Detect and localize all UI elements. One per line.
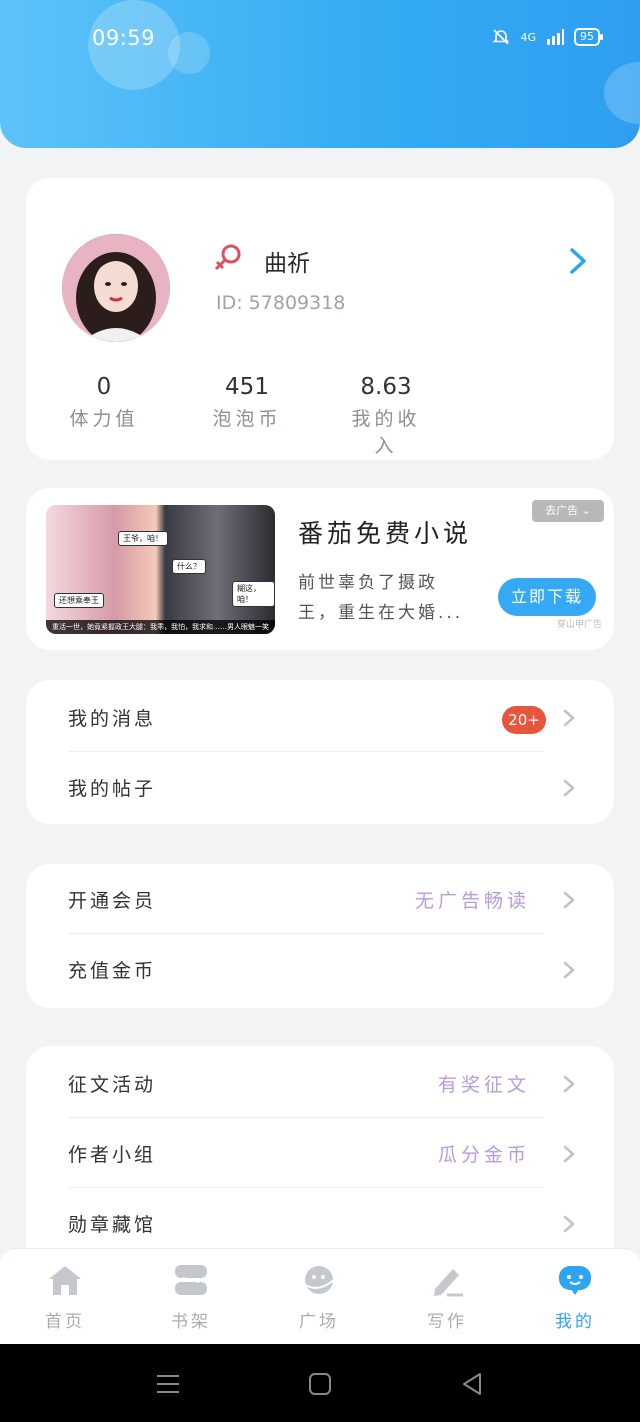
chat-bubble-icon [559,1266,591,1295]
profile-card[interactable]: 曲祈 ID: 57809318 0 体力值 451 泡泡币 8.63 我的收入 [26,178,614,460]
menu-item-label: 开通会员 [68,890,157,912]
female-gender-icon [214,244,241,271]
stat-income[interactable]: 8.63 我的收入 [346,374,426,458]
menu-item-label: 作者小组 [68,1144,157,1166]
stat-bubble-coins[interactable]: 451 泡泡币 [202,374,292,431]
menu-icon[interactable] [154,1370,182,1398]
menu-item-messages[interactable]: 我的消息 20+ [26,682,614,752]
system-nav-bar [0,1344,640,1422]
header-background: 09:59 4G 95 [0,0,640,148]
tab-square[interactable]: 广场 [274,1263,364,1332]
mute-bell-icon [493,29,510,45]
avatar[interactable] [62,234,170,342]
menu-item-label: 我的消息 [68,708,157,730]
ad-image-caption: 重活一世，她竟紧握政王大腿：我乖，我怕，我求和……男人眼魅一笑 [46,620,275,634]
chevron-right-icon [563,1215,575,1233]
menu-group-vip: 开通会员 无广告畅读 充值金币 [26,864,614,1008]
comic-bubble: 什么？ [172,559,206,574]
signal-icon [547,29,564,45]
comic-bubble: 王爷，咱！ [118,531,168,546]
menu-item-recharge[interactable]: 充值金币 [26,934,614,1004]
chevron-right-icon [563,891,575,909]
back-icon[interactable] [458,1370,486,1398]
ad-image[interactable]: 还想乘奉王 王爷，咱！ 什么？ 糊这，咱！ 重活一世，她竟紧握政王大腿：我乖，我… [46,505,275,634]
menu-item-hint: 有奖征文 [437,1074,530,1096]
tab-label: 广场 [299,1312,339,1332]
comic-bubble: 糊这，咱！ [232,581,275,607]
tab-mine[interactable]: 我的 [530,1263,620,1332]
unread-badge: 20+ [502,706,546,734]
tab-label: 写作 [427,1312,467,1332]
chevron-down-icon: ⌄ [581,504,591,517]
pencil-icon [434,1269,463,1297]
ad-title: 番茄免费小说 [298,519,473,548]
stat-label: 我的收入 [351,408,421,457]
stat-label: 体力值 [69,408,139,430]
decor-bubble [168,32,210,74]
menu-item-hint: 瓜分金币 [437,1144,530,1166]
avatar-portrait-icon [62,234,170,342]
menu-group-messages: 我的消息 20+ 我的帖子 [26,680,614,824]
chevron-right-icon [563,1075,575,1093]
menu-item-contest[interactable]: 征文活动 有奖征文 [26,1048,614,1118]
decor-bubble [604,62,640,124]
tab-bookshelf[interactable]: 书架 [146,1263,236,1332]
menu-item-label: 征文活动 [68,1074,157,1096]
home-icon [49,1266,81,1295]
comic-bubble: 还想乘奉王 [54,593,104,608]
chevron-right-icon[interactable] [566,246,590,276]
menu-item-hint: 无广告畅读 [414,890,530,912]
download-button[interactable]: 立即下载 [498,578,596,616]
ad-description: 前世辜负了摄政王，重生在大婚... [298,573,464,623]
status-time: 09:59 [92,26,156,50]
network-label: 4G [520,30,536,44]
stat-value: 451 [225,374,269,400]
menu-item-label: 勋章藏馆 [68,1214,157,1236]
bottom-tab-bar: 首页 书架 广场 写作 我的 [0,1248,640,1344]
ad-banner[interactable]: 还想乘奉王 王爷，咱！ 什么？ 糊这，咱！ 重活一世，她竟紧握政王大腿：我乖，我… [26,488,614,650]
home-square-icon[interactable] [306,1370,334,1398]
menu-item-posts[interactable]: 我的帖子 [26,752,614,822]
remove-ad-label: 去广告 [545,504,579,517]
battery-icon: 95 [574,28,603,46]
menu-item-label: 充值金币 [68,960,157,982]
menu-item-label: 我的帖子 [68,778,157,800]
tab-label: 书架 [171,1312,211,1332]
menu-item-vip[interactable]: 开通会员 无广告畅读 [26,864,614,934]
stat-value: 8.63 [360,374,412,400]
tab-label: 我的 [555,1312,595,1332]
planet-icon [304,1266,336,1294]
status-icons: 4G 95 [492,28,603,46]
stat-label: 泡泡币 [212,408,282,430]
user-id: ID: 57809318 [216,292,346,314]
tab-write[interactable]: 写作 [402,1263,492,1332]
user-name: 曲祈 [264,251,310,277]
remove-ad-button[interactable]: 去广告 ⌄ [532,500,604,522]
bookshelf-icon [175,1265,207,1295]
stat-value: 0 [96,374,112,400]
chevron-right-icon [563,709,575,727]
chevron-right-icon [563,1145,575,1163]
ad-source: 穿山甲广告 [556,620,602,630]
tab-label: 首页 [45,1312,85,1332]
menu-item-author-group[interactable]: 作者小组 瓜分金币 [26,1118,614,1188]
stat-stamina[interactable]: 0 体力值 [62,374,146,431]
tab-home[interactable]: 首页 [20,1263,110,1332]
chevron-right-icon [563,779,575,797]
chevron-right-icon [563,961,575,979]
menu-group-activities: 征文活动 有奖征文 作者小组 瓜分金币 勋章藏馆 [26,1046,614,1276]
